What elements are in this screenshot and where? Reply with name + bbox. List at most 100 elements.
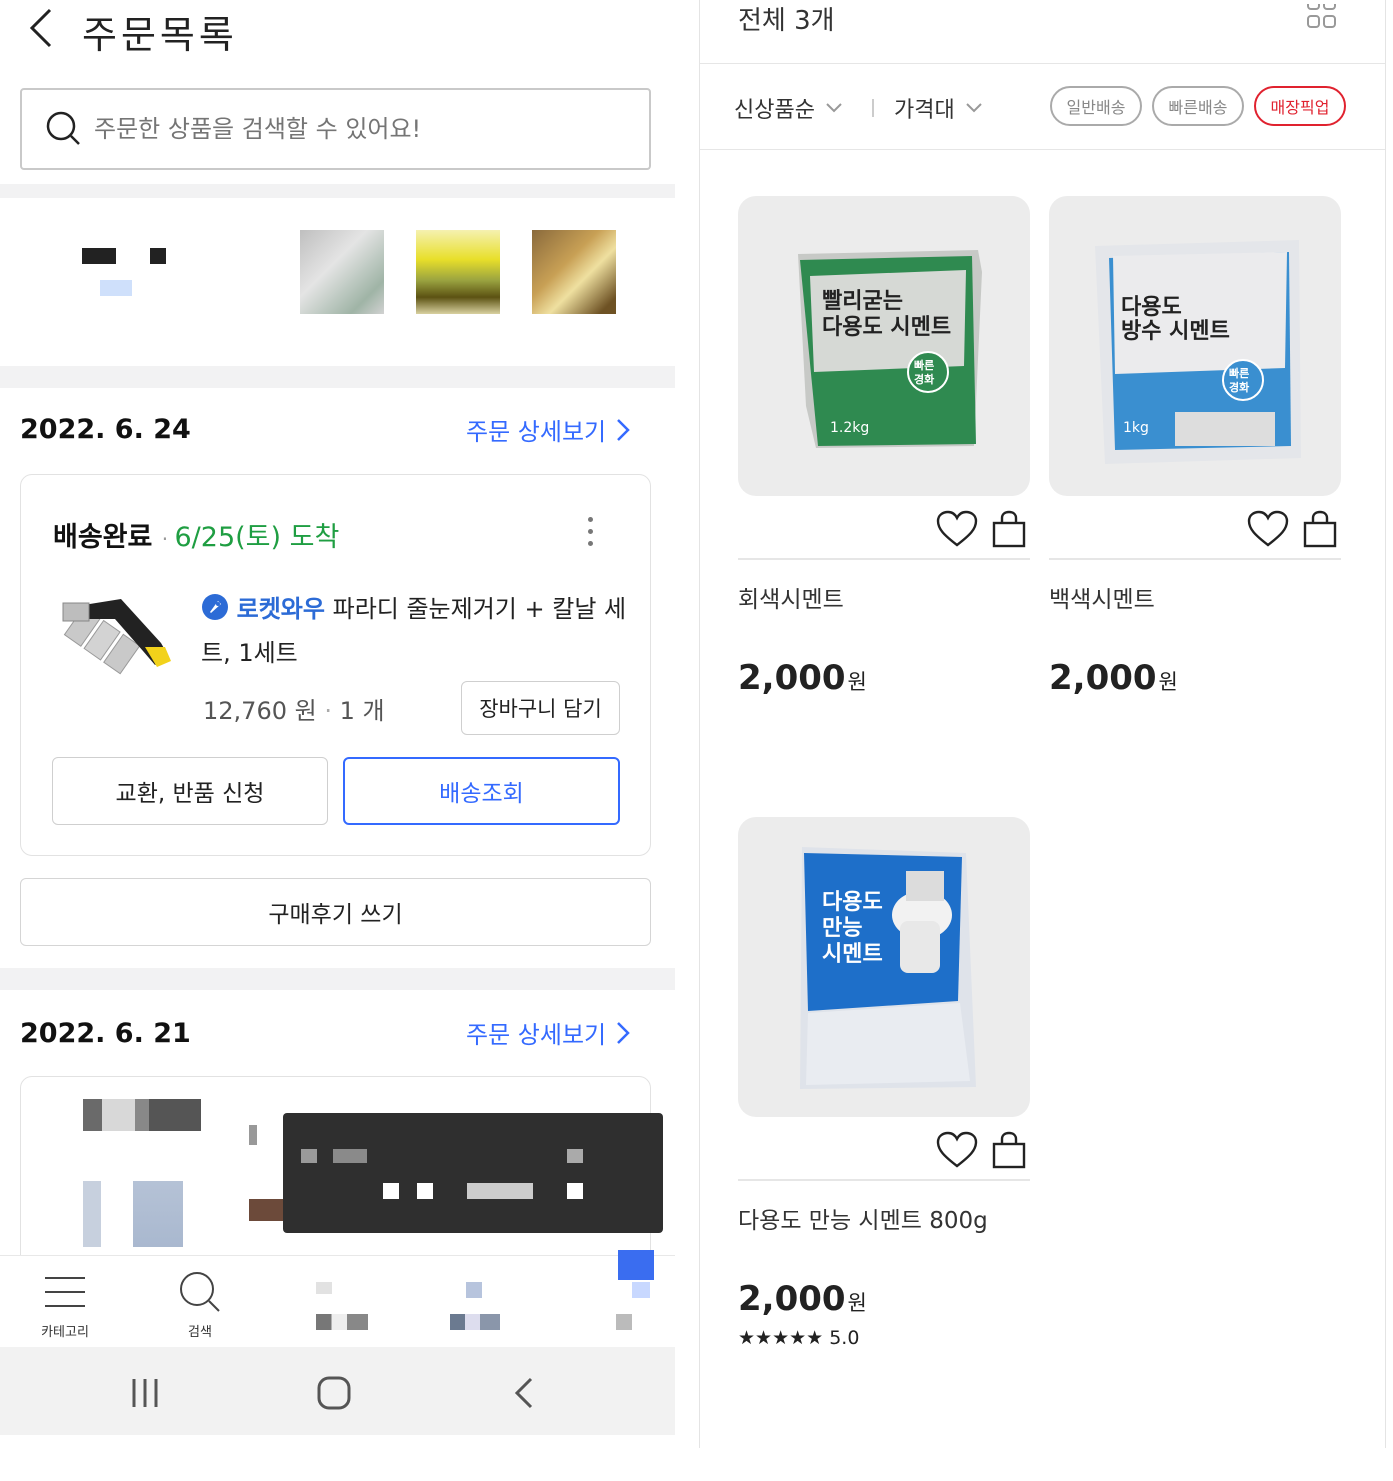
heart-icon[interactable]	[936, 1131, 978, 1169]
more-options-icon[interactable]	[588, 517, 596, 553]
order-date: 2022. 6. 24	[20, 414, 191, 445]
svg-text:빠른: 빠른	[1229, 366, 1249, 380]
divider	[738, 1179, 1030, 1181]
section-divider	[0, 366, 675, 388]
price-quantity: 12,760 원 · 1 개	[203, 691, 385, 726]
order-list-screen: 주문목록 2022. 6. 24 주문 상세보기 배송완료 · 6/25(토) …	[0, 0, 675, 1481]
filter-divider	[872, 99, 874, 117]
product-list-screen: 전체 3개 신상품순 가격대 일반배송 빠른배송 매장픽업 빨리굳는 다용도 시…	[699, 0, 1386, 1448]
chip-standard-delivery[interactable]: 일반배송	[1050, 86, 1142, 126]
product-rating: ★★★★★ 5.0	[738, 1327, 859, 1349]
chip-store-pickup[interactable]: 매장픽업	[1254, 86, 1346, 126]
section-divider	[0, 968, 675, 990]
order-date: 2022. 6. 21	[20, 1018, 191, 1049]
recent-apps-icon[interactable]	[130, 1379, 160, 1407]
package-title: 빨리굳는	[822, 289, 903, 314]
svg-text:시멘트: 시멘트	[822, 942, 883, 967]
search-icon	[46, 111, 80, 145]
product-actions	[936, 510, 1026, 548]
order-detail-link[interactable]: 주문 상세보기	[466, 1015, 630, 1050]
product-price: 2,000원	[738, 1279, 867, 1319]
product-price: 12,760 원	[203, 697, 317, 725]
order-item-card: 배송완료 · 6/25(토) 도착 로켓와우 파라디 줄눈제거기 + 칼날 세트…	[20, 474, 651, 856]
rating-stars: ★★★★★	[738, 1327, 824, 1349]
back-arrow-icon[interactable]	[26, 6, 60, 50]
chevron-down-icon	[826, 103, 842, 113]
svg-text:빠른: 빠른	[914, 358, 934, 372]
product-image[interactable]: 다용도 방수 시멘트 빠른 경화 1kg	[1049, 196, 1341, 496]
svg-text:다용도 시멘트: 다용도 시멘트	[822, 315, 951, 340]
price-range-dropdown[interactable]: 가격대	[894, 92, 983, 124]
product-name[interactable]: 로켓와우 파라디 줄눈제거기 + 칼날 세트, 1세트	[201, 587, 631, 675]
arrival-date: 6/25(토) 도착	[174, 522, 340, 553]
price-value: 2,000	[1049, 658, 1157, 698]
divider	[1049, 558, 1341, 560]
chip-fast-delivery[interactable]: 빠른배송	[1152, 86, 1244, 126]
product-title[interactable]: 회색시멘트	[738, 580, 844, 614]
product-image[interactable]: 빨리굳는 다용도 시멘트 빠른 경화 1.2kg	[738, 196, 1030, 496]
svg-text:경화: 경화	[914, 372, 934, 386]
bottom-tab-bar: 카테고리 검색	[0, 1250, 675, 1348]
price-unit: 원	[847, 670, 867, 694]
price-unit: 원	[1158, 670, 1178, 694]
tab-label: 카테고리	[41, 1325, 89, 1340]
grid-view-icon[interactable]	[1307, 4, 1337, 30]
product-price: 2,000원	[1049, 658, 1178, 698]
order-detail-label: 주문 상세보기	[466, 418, 607, 446]
separator-dot: ·	[324, 697, 340, 725]
svg-text:다용도: 다용도	[822, 890, 883, 915]
product-image[interactable]: 다용도 만능 시멘트	[738, 817, 1030, 1117]
order-detail-label: 주문 상세보기	[466, 1021, 607, 1049]
tab-search[interactable]: 검색	[140, 1256, 260, 1348]
chevron-down-icon	[966, 103, 982, 113]
shopping-bag-icon[interactable]	[1303, 510, 1337, 548]
shopping-bag-icon[interactable]	[992, 1131, 1026, 1169]
svg-text:만능: 만능	[822, 916, 862, 941]
section-divider	[0, 184, 675, 198]
write-review-button[interactable]: 구매후기 쓰기	[20, 878, 651, 946]
home-icon[interactable]	[317, 1376, 351, 1410]
price-value: 2,000	[738, 1279, 846, 1319]
filter-bar: 신상품순 가격대 일반배송 빠른배송 매장픽업	[700, 64, 1385, 150]
list-header: 전체 3개	[700, 0, 1385, 64]
sort-label: 신상품순	[734, 98, 815, 123]
shopping-bag-icon[interactable]	[992, 510, 1026, 548]
status-label: 배송완료	[53, 522, 153, 553]
product-title[interactable]: 백색시멘트	[1049, 580, 1155, 614]
tab-label: 검색	[188, 1325, 212, 1340]
rocket-icon	[202, 594, 228, 620]
product-actions	[1247, 510, 1337, 548]
order-search-box[interactable]	[20, 88, 651, 170]
blurred-order-card	[20, 198, 656, 366]
panel-gap	[675, 0, 699, 1481]
product-quantity: 1 개	[339, 697, 385, 725]
rocket-wow-badge: 로켓와우	[236, 595, 325, 623]
chevron-right-icon	[617, 418, 630, 441]
svg-text:방수 시멘트: 방수 시멘트	[1121, 319, 1230, 344]
divider	[738, 558, 1030, 560]
heart-icon[interactable]	[936, 510, 978, 548]
back-icon[interactable]	[514, 1377, 534, 1409]
product-title[interactable]: 다용도 만능 시멘트 800g	[738, 1201, 988, 1235]
tab-category[interactable]: 카테고리	[5, 1256, 125, 1348]
heart-icon[interactable]	[1247, 510, 1289, 548]
price-range-label: 가격대	[894, 98, 955, 123]
product-thumbnail[interactable]	[51, 585, 181, 715]
add-to-cart-button[interactable]: 장바구니 담기	[461, 681, 620, 735]
sort-dropdown[interactable]: 신상품순	[734, 92, 843, 124]
page-title: 주문목록	[82, 13, 238, 57]
search-icon	[180, 1272, 220, 1312]
track-delivery-button[interactable]: 배송조회	[343, 757, 620, 825]
chevron-right-icon	[617, 1021, 630, 1044]
svg-text:1.2kg: 1.2kg	[830, 420, 869, 436]
svg-text:1kg: 1kg	[1123, 420, 1149, 436]
svg-text:경화: 경화	[1229, 380, 1249, 394]
order-search-input[interactable]	[94, 115, 614, 143]
price-value: 2,000	[738, 658, 846, 698]
product-actions	[936, 1131, 1026, 1169]
result-count: 전체 3개	[738, 6, 835, 36]
order-detail-link[interactable]: 주문 상세보기	[466, 412, 630, 447]
exchange-return-button[interactable]: 교환, 반품 신청	[52, 757, 328, 825]
svg-text:다용도: 다용도	[1121, 295, 1182, 320]
separator-dot: ·	[161, 527, 175, 551]
